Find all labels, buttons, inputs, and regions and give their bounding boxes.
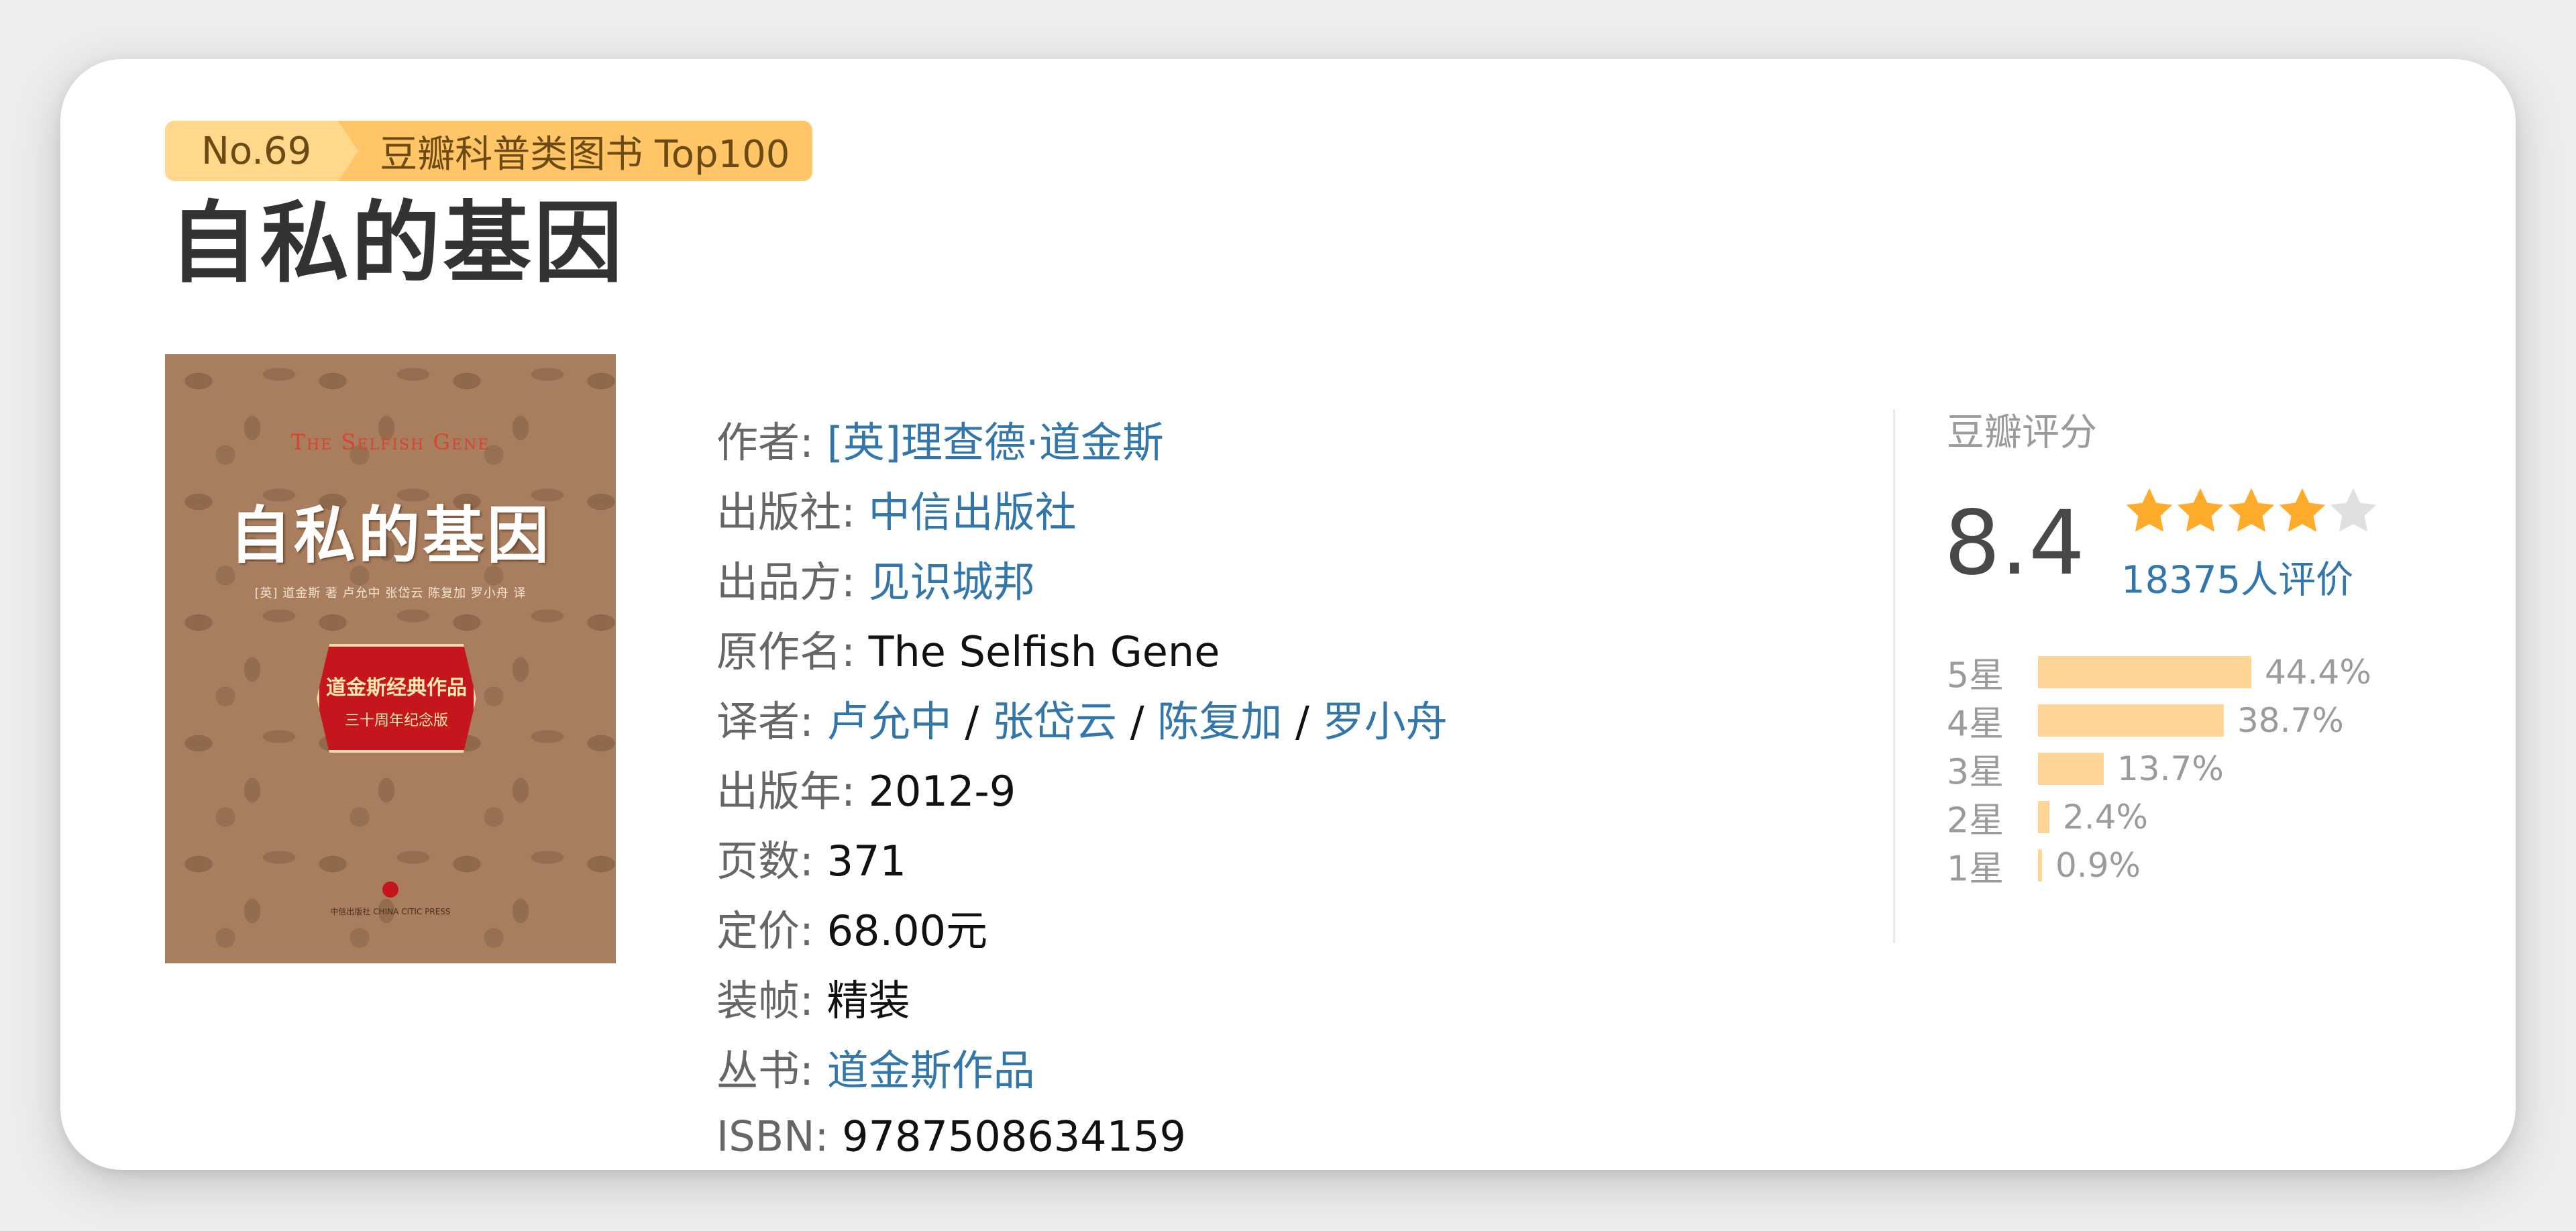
cover-english-title: The Selfish Gene [290, 429, 490, 455]
author-link[interactable]: [英]理查德·道金斯 [827, 418, 1164, 467]
histogram-label: 1星 [1947, 849, 2004, 890]
translator-link[interactable]: 张岱云 [992, 697, 1117, 746]
translator-link[interactable]: 卢允中 [827, 697, 952, 746]
series-link[interactable]: 道金斯作品 [827, 1046, 1035, 1095]
star-filled-icon [2126, 488, 2173, 532]
histogram-percent: 38.7% [2237, 701, 2344, 740]
histogram-percent: 0.9% [2055, 846, 2141, 885]
info-pub-year: 出版年: 2012-9 [716, 757, 1016, 818]
pages-label: 页数: [716, 837, 827, 886]
author-label: 作者: [716, 418, 827, 467]
info-binding: 装帧: 精装 [716, 967, 910, 1027]
cover-authors: [英] 道金斯 著 卢允中 张岱云 陈复加 罗小舟 译 [254, 586, 527, 600]
histogram-label: 2星 [1947, 800, 2004, 841]
histogram-percent: 44.4% [2265, 653, 2371, 692]
book-cover[interactable]: The Selfish Gene 自私的基因 [英] 道金斯 著 卢允中 张岱云… [165, 354, 616, 963]
binding-value: 精装 [826, 976, 910, 1025]
publisher-label: 出版社: [716, 488, 869, 537]
rating-score: 8.4 [1944, 492, 2085, 595]
binding-label: 装帧: [716, 976, 827, 1025]
info-original-title: 原作名: The Selfish Gene [716, 618, 1220, 678]
translators-label: 译者: [716, 697, 827, 746]
translator-separator: / [1130, 697, 1158, 746]
histogram-bar [2038, 753, 2104, 785]
cover-publisher: 中信出版社 CHINA CITIC PRESS [330, 907, 451, 916]
histogram-label: 3星 [1947, 752, 2004, 793]
histogram-bar [2038, 801, 2049, 833]
histogram-percent: 2.4% [2063, 798, 2149, 837]
info-publisher: 出版社: 中信出版社 [716, 478, 1077, 539]
producer-link[interactable]: 见识城邦 [869, 557, 1035, 606]
book-card: No.69 豆瓣科普类图书 Top100 自私的基因 The Selfish G… [60, 59, 2516, 1170]
histogram-bar [2038, 704, 2224, 737]
divider [1893, 409, 1895, 943]
book-title: 自私的基因 [169, 192, 625, 295]
pub-year-value: 2012-9 [868, 767, 1016, 816]
pages-value: 371 [826, 837, 906, 886]
producer-label: 出品方: [716, 557, 869, 606]
rating-count-link[interactable]: 18375人评价 [2121, 550, 2353, 604]
star-filled-icon [2177, 488, 2224, 532]
star-filled-icon [2279, 488, 2326, 532]
info-author: 作者: [英]理查德·道金斯 [716, 409, 1164, 469]
star-filled-icon [2228, 488, 2275, 532]
ranking-badge[interactable]: No.69 豆瓣科普类图书 Top100 [165, 121, 813, 181]
translator-link[interactable]: 罗小舟 [1323, 697, 1448, 746]
info-producer: 出品方: 见识城邦 [716, 548, 1035, 608]
cover-chinese-title: 自私的基因 [229, 499, 551, 572]
info-series: 丛书: 道金斯作品 [716, 1036, 1035, 1097]
price-value: 68.00元 [826, 906, 988, 955]
publisher-link[interactable]: 中信出版社 [869, 488, 1077, 537]
translator-link[interactable]: 陈复加 [1157, 697, 1282, 746]
rating-stars [2121, 483, 2377, 539]
pub-year-label: 出版年: [716, 767, 869, 816]
cover-seal-line2: 三十周年纪念版 [344, 712, 448, 729]
translator-separator: / [1295, 697, 1323, 746]
ranking-list-name: 豆瓣科普类图书 Top100 [338, 121, 813, 181]
isbn-label: ISBN: [716, 1112, 843, 1161]
info-isbn: ISBN: 9787508634159 [716, 1112, 1186, 1161]
info-pages: 页数: 371 [716, 827, 906, 888]
info-translators: 译者: 卢允中 / 张岱云 / 陈复加 / 罗小舟 [716, 688, 1448, 748]
ranking-number: No.69 [165, 121, 359, 181]
isbn-value: 9787508634159 [842, 1112, 1186, 1161]
histogram-label: 5星 [1947, 655, 2004, 696]
histogram-label: 4星 [1947, 704, 2004, 745]
original-title-value: The Selfish Gene [868, 627, 1220, 676]
series-label: 丛书: [716, 1046, 827, 1095]
histogram-bar [2038, 849, 2042, 881]
cover-seal: 道金斯经典作品 三十周年纪念版 [317, 644, 476, 753]
price-label: 定价: [716, 906, 827, 955]
cover-seal-line1: 道金斯经典作品 [326, 676, 467, 700]
translator-separator: / [965, 697, 992, 746]
original-title-label: 原作名: [716, 627, 869, 676]
info-price: 定价: 68.00元 [716, 897, 987, 957]
publisher-logo-icon [382, 881, 398, 898]
histogram-bar [2038, 656, 2251, 688]
histogram-percent: 13.7% [2117, 749, 2224, 788]
star-empty-icon [2330, 488, 2377, 532]
rating-caption: 豆瓣评分 [1947, 411, 2097, 455]
